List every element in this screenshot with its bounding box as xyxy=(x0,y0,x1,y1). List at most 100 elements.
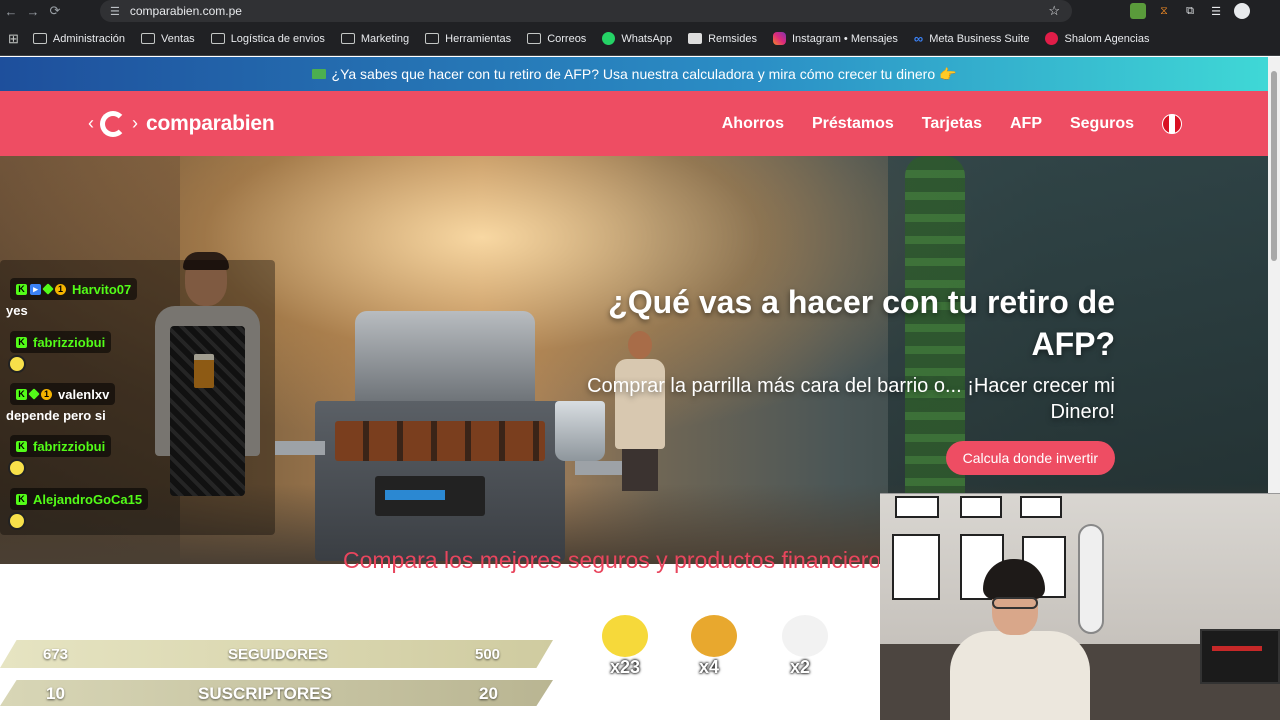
whatsapp-icon xyxy=(602,32,616,45)
dog-emote-icon xyxy=(691,615,737,657)
bookmark-label: WhatsApp xyxy=(621,32,673,45)
bookmark-shalom[interactable]: Shalom Agencias xyxy=(1037,27,1157,51)
wall-frame xyxy=(895,496,939,518)
reload-icon[interactable]: ⟳ xyxy=(44,0,66,22)
bookmark-label: Marketing xyxy=(360,32,410,45)
bookmark-instagram[interactable]: Instagram • Mensajes xyxy=(765,27,906,51)
bookmarks-bar: ⊞ Administración Ventas Logística de env… xyxy=(0,22,1280,56)
section-title: Compara los mejores seguros y productos … xyxy=(343,547,879,573)
main-nav: Ahorros Préstamos Tarjetas AFP Seguros xyxy=(722,113,1182,134)
chat-message: depende pero si xyxy=(6,408,106,423)
nav-ahorros[interactable]: Ahorros xyxy=(722,115,784,133)
bookmark-label: Meta Business Suite xyxy=(929,32,1030,45)
apps-grid-icon[interactable]: ⊞ xyxy=(8,31,19,47)
puzzle-icon[interactable]: ⧉ xyxy=(1182,3,1198,19)
chevron-right-icon: › xyxy=(132,113,138,133)
nav-prestamos[interactable]: Préstamos xyxy=(812,115,894,133)
wall-frame xyxy=(892,534,940,600)
folder-icon xyxy=(527,33,542,44)
bookmark-administracion[interactable]: Administración xyxy=(25,27,133,51)
streamer xyxy=(940,559,1140,720)
browser-toolbar: ← → ⟳ ☰ comparabien.com.pe ☆ ⧖ ⧉ ☰ xyxy=(0,0,1280,22)
chevron-left-icon: ‹ xyxy=(88,113,94,133)
profile-avatar-icon[interactable] xyxy=(1234,3,1250,19)
gift-counter: x4 xyxy=(683,615,743,685)
bookmark-label: Ventas xyxy=(161,32,195,45)
gift-count: x2 xyxy=(790,657,811,677)
diamond-badge-icon xyxy=(28,388,40,400)
gift-counter: x23 xyxy=(594,615,654,685)
bookmark-star-icon[interactable]: ☆ xyxy=(1048,3,1060,19)
bookmark-whatsapp[interactable]: WhatsApp xyxy=(594,27,680,51)
subscribers-label: SUSCRIPTORES xyxy=(198,684,332,703)
webcam-overlay xyxy=(880,493,1280,720)
stream-chat-overlay: K ▸ 1 Harvito07 yes K fabrizziobui K 1 v… xyxy=(0,260,280,538)
subscribers-count: 10 xyxy=(46,684,65,703)
promo-banner[interactable]: ¿Ya sabes que hacer con tu retiro de AFP… xyxy=(0,57,1268,91)
calculate-button[interactable]: Calcula donde invertir xyxy=(945,441,1115,475)
goose-emote-icon xyxy=(782,615,828,657)
logo-text: comparabien xyxy=(146,111,275,135)
chat-username: Harvito07 xyxy=(72,281,132,297)
remsides-icon xyxy=(688,33,703,44)
site-info-icon[interactable]: ☰ xyxy=(110,5,120,18)
stream-goals-overlay: 673 SEGUIDORES 500 10 SUSCRIPTORES 20 xyxy=(0,640,560,706)
nav-tarjetas[interactable]: Tarjetas xyxy=(922,115,982,133)
chat-message: yes xyxy=(6,303,28,318)
scrollbar-thumb[interactable] xyxy=(1271,71,1277,261)
chat-username: fabrizziobui xyxy=(33,438,106,454)
extension-icon[interactable] xyxy=(1130,3,1146,19)
bookmark-meta[interactable]: ∞ Meta Business Suite xyxy=(906,27,1038,51)
followers-label: SEGUIDORES xyxy=(228,646,329,663)
meta-icon: ∞ xyxy=(913,31,924,46)
promo-text: ¿Ya sabes que hacer con tu retiro de AFP… xyxy=(331,65,957,82)
site-header: ‹ › comparabien Ahorros Préstamos Tarjet… xyxy=(0,91,1268,156)
nav-afp[interactable]: AFP xyxy=(1010,115,1042,133)
peru-flag-icon[interactable] xyxy=(1162,113,1182,134)
subscribers-goal: 20 xyxy=(479,684,498,703)
folder-icon xyxy=(425,33,440,44)
tab-search-icon[interactable]: ☰ xyxy=(1208,3,1224,19)
bookmark-remsides[interactable]: Remsides xyxy=(680,27,765,51)
bookmark-label: Instagram • Mensajes xyxy=(791,32,898,45)
shalom-icon xyxy=(1045,32,1059,45)
bookmark-label: Logística de envios xyxy=(230,32,325,45)
emote-icon xyxy=(8,512,26,530)
back-icon[interactable]: ← xyxy=(0,0,22,22)
bookmark-label: Correos xyxy=(547,32,587,45)
verified-badge-icon: ▸ xyxy=(30,283,41,295)
extensions-bar: ⧖ ⧉ ☰ xyxy=(1130,0,1280,22)
gift-count: x23 xyxy=(610,657,641,677)
diamond-badge-icon xyxy=(42,283,54,295)
monitor xyxy=(1200,629,1280,684)
kick-badge-icon: K xyxy=(16,440,27,452)
address-bar[interactable]: ☰ comparabien.com.pe ☆ xyxy=(100,0,1072,22)
hero-text: ¿Qué vas a hacer con tu retiro de AFP? C… xyxy=(555,281,1115,425)
bookmark-logistica[interactable]: Logística de envios xyxy=(203,27,333,51)
extension-icon[interactable]: ⧖ xyxy=(1156,3,1172,19)
nav-seguros[interactable]: Seguros xyxy=(1070,115,1134,133)
gift-counter: x2 xyxy=(774,615,834,685)
instagram-icon xyxy=(772,32,786,45)
hero-subtitle: Comprar la parrilla más cara del barrio … xyxy=(587,375,1115,423)
site-logo[interactable]: ‹ › comparabien xyxy=(88,110,275,137)
bookmark-correos[interactable]: Correos xyxy=(519,27,594,51)
sub-badge-icon: 1 xyxy=(55,283,66,295)
chat-username: AlejandroGoCa15 xyxy=(33,491,143,507)
bookmark-marketing[interactable]: Marketing xyxy=(333,27,417,51)
kick-badge-icon: K xyxy=(16,493,27,505)
bookmark-herramientas[interactable]: Herramientas xyxy=(417,27,519,51)
forward-icon[interactable]: → xyxy=(22,0,44,22)
chat-user-chip: K 1 valenlxv xyxy=(10,383,116,405)
bookmark-ventas[interactable]: Ventas xyxy=(133,27,203,51)
chat-user-chip: K ▸ 1 Harvito07 xyxy=(10,278,138,300)
wall-frame xyxy=(960,496,1002,518)
folder-icon xyxy=(340,33,355,44)
url-text: comparabien.com.pe xyxy=(129,4,242,18)
emote-icon xyxy=(8,459,26,477)
chat-user-chip: K AlejandroGoCa15 xyxy=(10,488,149,510)
chat-user-chip: K fabrizziobui xyxy=(10,435,112,457)
chat-username: fabrizziobui xyxy=(33,334,106,350)
money-icon xyxy=(311,69,326,79)
hero-image-grill xyxy=(275,311,655,561)
